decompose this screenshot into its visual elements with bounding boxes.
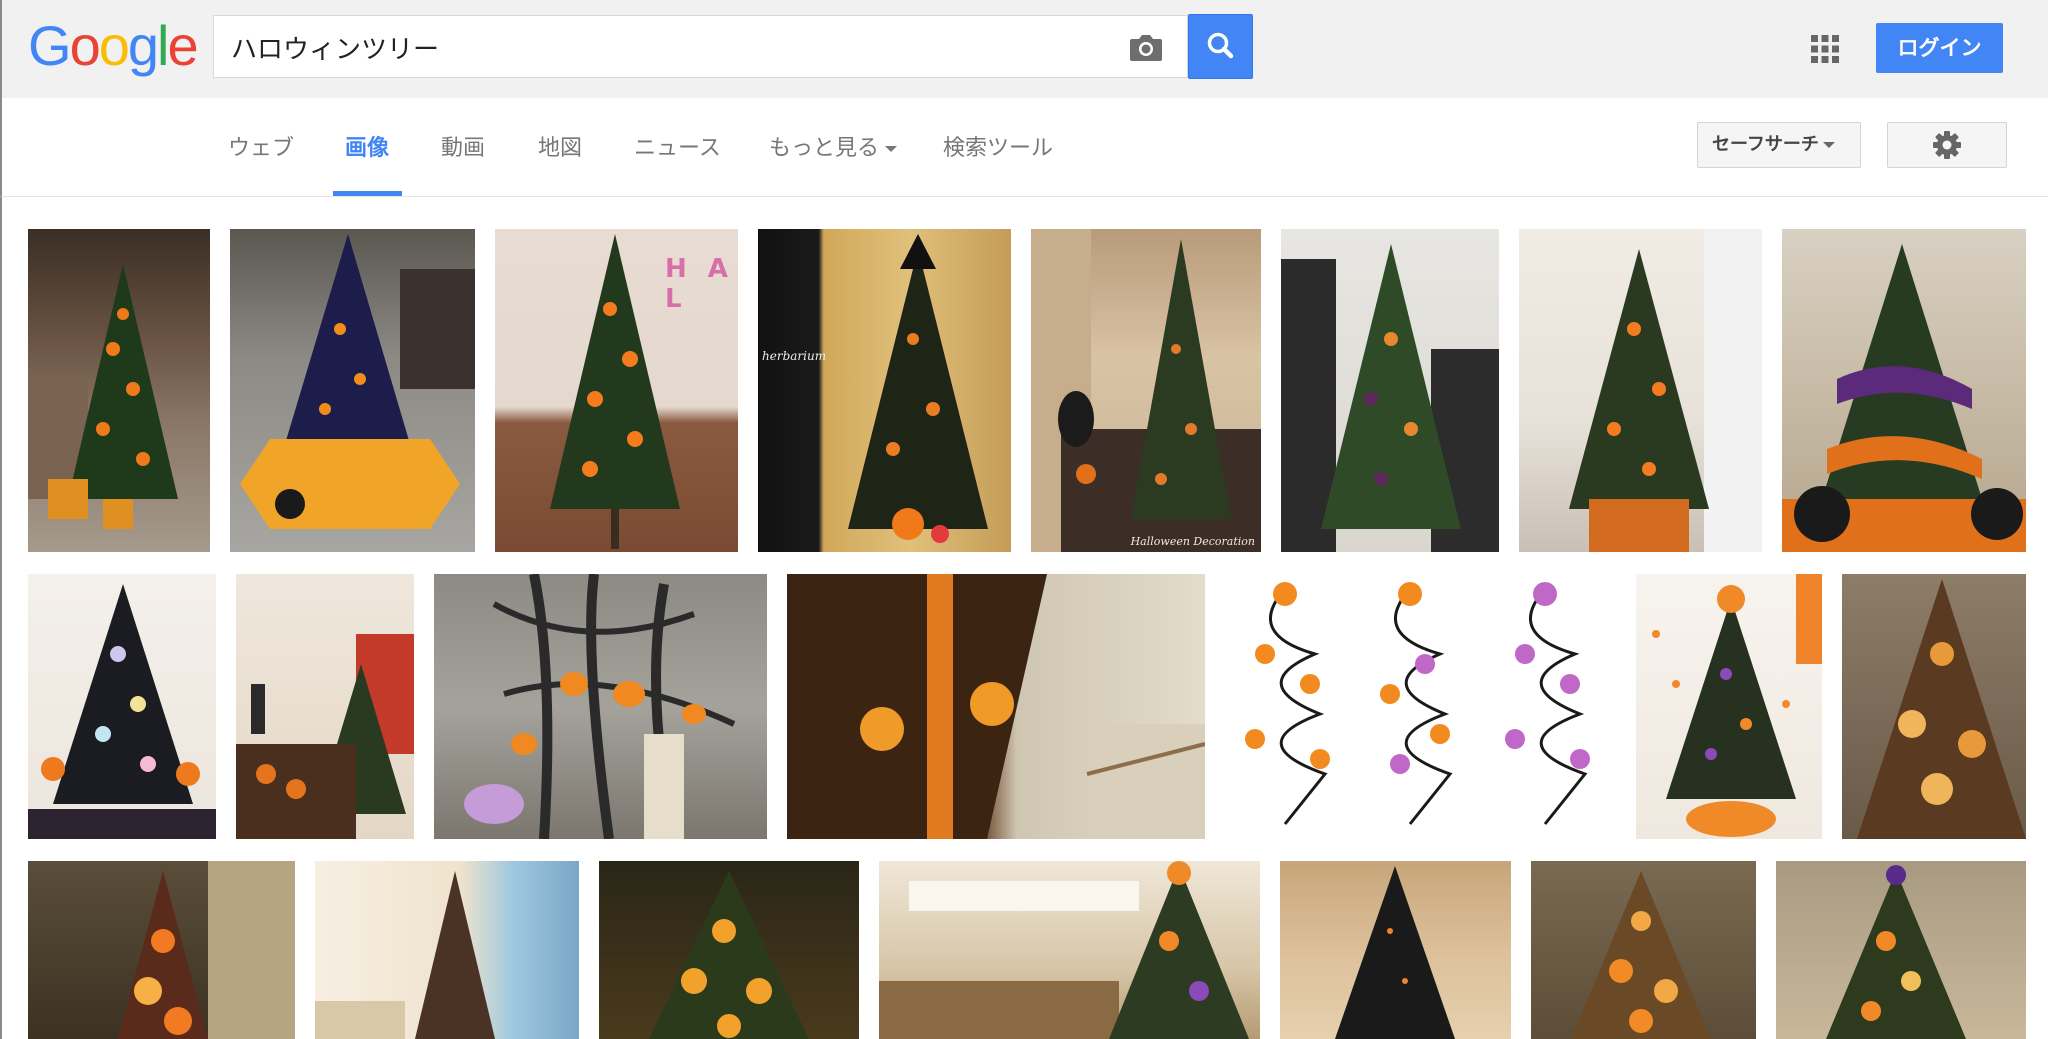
tree-illustration [118, 861, 295, 1039]
tree-illustration [787, 574, 1205, 839]
logo-letter: l [157, 14, 170, 77]
tree-illustration [28, 584, 216, 839]
image-result[interactable]: Halloween Decoration [1031, 229, 1261, 552]
logo-letter: o [98, 14, 130, 77]
gear-icon [1933, 131, 1961, 159]
image-result[interactable] [1280, 861, 1511, 1039]
tree-illustration [649, 871, 809, 1039]
tab-search-tools[interactable]: 検索ツール [943, 130, 1053, 162]
search-icon [1207, 32, 1234, 59]
image-results-grid: H A L herbarium Halloween Decoration [0, 197, 2048, 1039]
settings-button[interactable] [1887, 122, 2007, 168]
tree-illustration [1031, 229, 1261, 552]
image-result[interactable] [1842, 574, 2026, 839]
logo-letter: g [127, 14, 159, 77]
apps-grid-icon[interactable] [1809, 33, 1841, 65]
tree-illustration [1782, 244, 2026, 552]
tree-illustration [236, 634, 414, 839]
image-result[interactable] [1531, 861, 1756, 1039]
tree-illustration [848, 234, 988, 543]
tree-illustration [1281, 244, 1499, 552]
image-result[interactable] [787, 574, 1205, 839]
tree-illustration [1857, 579, 2026, 839]
image-result[interactable] [230, 229, 475, 552]
tab-images[interactable]: 画像 [345, 130, 389, 162]
image-result[interactable] [879, 861, 1260, 1039]
chevron-down-icon [885, 146, 898, 152]
image-result[interactable] [28, 861, 295, 1039]
login-button[interactable]: ログイン [1876, 23, 2003, 73]
image-result[interactable] [1225, 574, 1616, 839]
tree-illustration [28, 264, 178, 529]
tab-more-label: もっと見る [769, 136, 880, 161]
search-box [213, 15, 1188, 78]
image-result[interactable] [1281, 229, 1499, 552]
tree-illustration [1826, 865, 1966, 1039]
image-result[interactable] [315, 861, 579, 1039]
image-result[interactable] [1782, 229, 2026, 552]
logo-letter: G [28, 14, 72, 77]
image-result[interactable] [28, 229, 210, 552]
hal-banner: H A L [665, 254, 734, 314]
image-result[interactable] [1776, 861, 2026, 1039]
search-nav-bar: ウェブ 画像 動画 地図 ニュース もっと見る 検索ツール セーフサーチ [0, 98, 2048, 197]
logo-letter: e [167, 14, 198, 77]
image-result[interactable] [599, 861, 859, 1039]
tree-illustration [315, 871, 495, 1039]
image-caption: Halloween Decoration [1130, 535, 1255, 548]
tree-illustration [464, 574, 736, 839]
safesearch-label: セーフサーチ [1712, 134, 1819, 155]
camera-icon[interactable] [1129, 32, 1163, 62]
top-bar: Google ログイン [0, 0, 2048, 98]
safesearch-button[interactable]: セーフサーチ [1697, 122, 1861, 168]
image-result[interactable] [28, 574, 216, 839]
image-result[interactable] [236, 574, 414, 839]
tab-news[interactable]: ニュース [634, 130, 721, 162]
tab-web[interactable]: ウェブ [228, 130, 294, 162]
image-result[interactable] [434, 574, 767, 839]
tree-illustration [1569, 229, 1762, 552]
tree-illustration [1245, 582, 1590, 825]
google-logo[interactable]: Google [28, 14, 199, 77]
search-button[interactable] [1188, 14, 1253, 79]
chevron-down-icon [1822, 142, 1835, 148]
tree-illustration [1652, 574, 1822, 837]
tab-more[interactable]: もっと見る [769, 130, 898, 162]
image-result[interactable]: herbarium [758, 229, 1011, 552]
tab-maps[interactable]: 地図 [538, 130, 582, 162]
tree-illustration [1335, 866, 1455, 1039]
active-tab-indicator [333, 191, 402, 196]
logo-letter: o [69, 14, 101, 77]
tree-illustration [1571, 871, 1711, 1039]
herbarium-watermark: herbarium [762, 349, 827, 363]
tree-illustration [240, 234, 475, 529]
tab-videos[interactable]: 動画 [441, 130, 485, 162]
tree-illustration [879, 861, 1249, 1039]
image-result[interactable] [1636, 574, 1822, 839]
image-result[interactable] [1519, 229, 1762, 552]
search-input[interactable] [229, 26, 1113, 68]
image-result[interactable]: H A L [495, 229, 738, 552]
